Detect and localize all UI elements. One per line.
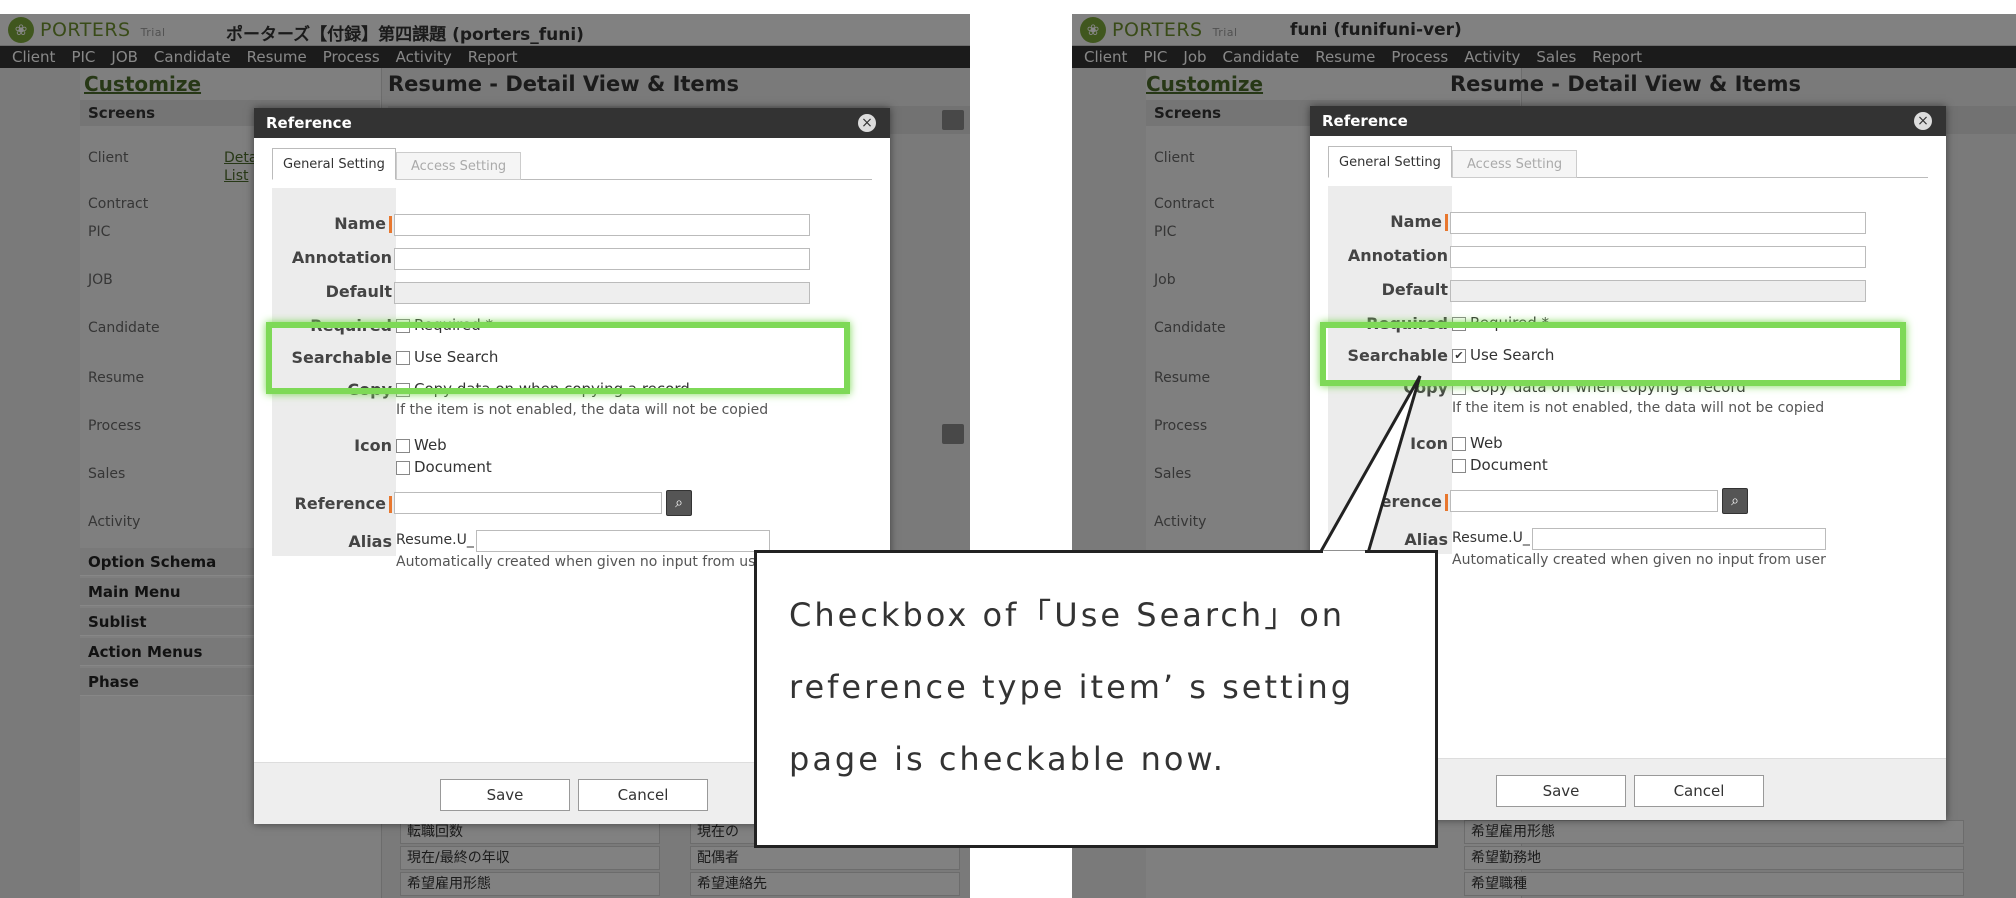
copy-checkbox[interactable]: Copy data on when copying a record — [1452, 378, 1746, 396]
dialog-title: Reference — [254, 108, 890, 138]
checkbox-icon[interactable] — [396, 382, 410, 397]
reference-label: Reference — [1328, 492, 1448, 511]
document-checkbox[interactable]: Document — [396, 458, 492, 476]
annotation-label: Annotation — [1347, 246, 1448, 265]
reference-label: Reference — [272, 494, 392, 513]
callout-line-3: page is checkable now. — [789, 740, 1226, 778]
alias-label: Alias — [1404, 530, 1448, 549]
reference-input[interactable] — [1450, 490, 1718, 512]
callout-box: Checkbox of「Use Search」on reference type… — [754, 550, 1438, 848]
required-checkbox[interactable]: Required * — [396, 316, 493, 334]
name-label: Name — [272, 214, 392, 233]
alias-note: Automatically created when given no inpu… — [396, 554, 770, 570]
checkbox-icon[interactable] — [1452, 316, 1466, 331]
cancel-button[interactable]: Cancel — [578, 779, 708, 811]
alias-note: Automatically created when given no inpu… — [1452, 552, 1826, 568]
save-button[interactable]: Save — [440, 779, 570, 811]
callout-line-1: Checkbox of「Use Search」on — [789, 596, 1346, 634]
checkbox-icon[interactable] — [396, 318, 410, 333]
document-checkbox[interactable]: Document — [1452, 456, 1548, 474]
checkbox-icon[interactable] — [1452, 458, 1466, 473]
checked-icon[interactable]: ✔ — [1452, 348, 1466, 363]
alias-input[interactable] — [476, 530, 770, 552]
tab-access-setting[interactable]: Access Setting — [396, 152, 522, 180]
tab-general-setting[interactable]: General Setting — [272, 148, 396, 180]
alias-input[interactable] — [1532, 528, 1826, 550]
required-label: Required — [1366, 314, 1448, 333]
dialog-title: Reference — [1310, 106, 1946, 136]
copy-checkbox[interactable]: Copy data on when copying a record — [396, 380, 690, 398]
default-input — [1450, 280, 1866, 302]
tab-access-setting[interactable]: Access Setting — [1452, 150, 1578, 178]
checkbox-icon[interactable] — [396, 350, 410, 365]
required-checkbox[interactable]: Required * — [1452, 314, 1549, 332]
annotation-input[interactable] — [1450, 246, 1866, 268]
searchable-label: Searchable — [1347, 346, 1448, 365]
name-input[interactable] — [394, 214, 810, 236]
search-icon[interactable]: ⌕ — [1722, 488, 1748, 514]
dialog-tabs: General Setting Access Setting — [272, 148, 872, 180]
callout-line-2: reference type item’ s setting — [789, 668, 1355, 706]
copy-label: Copy — [347, 380, 392, 399]
copy-note: If the item is not enabled, the data wil… — [1452, 400, 1825, 416]
required-label: Required — [310, 316, 392, 335]
alias-prefix: Resume.U_ — [396, 532, 474, 548]
checkbox-icon[interactable] — [396, 438, 410, 453]
checkbox-icon[interactable] — [1452, 436, 1466, 451]
tab-general-setting[interactable]: General Setting — [1328, 146, 1452, 178]
checkbox-icon[interactable] — [396, 460, 410, 475]
close-icon[interactable]: × — [1914, 112, 1932, 130]
name-input[interactable] — [1450, 212, 1866, 234]
cancel-button[interactable]: Cancel — [1634, 775, 1764, 807]
alias-label: Alias — [348, 532, 392, 551]
reference-input[interactable] — [394, 492, 662, 514]
icon-label: Icon — [354, 436, 392, 455]
icon-label: Icon — [1410, 434, 1448, 453]
web-checkbox[interactable]: Web — [396, 436, 447, 454]
default-label: Default — [1381, 280, 1448, 299]
default-label: Default — [325, 282, 392, 301]
search-icon[interactable]: ⌕ — [666, 490, 692, 516]
copy-label: Copy — [1403, 378, 1448, 397]
close-icon[interactable]: × — [858, 114, 876, 132]
annotation-input[interactable] — [394, 248, 810, 270]
searchable-label: Searchable — [291, 348, 392, 367]
copy-note: If the item is not enabled, the data wil… — [396, 402, 769, 418]
default-input — [394, 282, 810, 304]
use-search-checkbox[interactable]: ✔ Use Search — [1452, 346, 1554, 364]
alias-prefix: Resume.U_ — [1452, 530, 1530, 546]
name-label: Name — [1328, 212, 1448, 231]
annotation-label: Annotation — [291, 248, 392, 267]
save-button[interactable]: Save — [1496, 775, 1626, 807]
dialog-tabs: General Setting Access Setting — [1328, 146, 1928, 178]
use-search-checkbox[interactable]: Use Search — [396, 348, 498, 366]
web-checkbox[interactable]: Web — [1452, 434, 1503, 452]
checkbox-icon[interactable] — [1452, 380, 1466, 395]
